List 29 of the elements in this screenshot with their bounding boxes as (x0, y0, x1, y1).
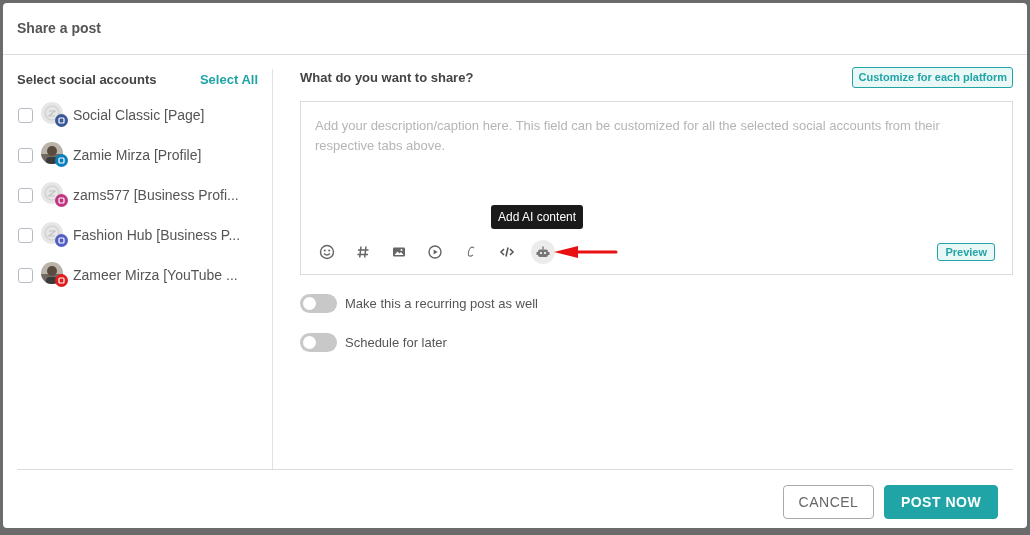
play-icon[interactable] (427, 244, 443, 260)
post-now-button[interactable]: POST NOW (884, 485, 998, 519)
select-all-link[interactable]: Select All (199, 70, 258, 90)
account-checkbox[interactable] (18, 187, 33, 203)
account-name: Fashion Hub [Business P... (73, 225, 241, 245)
account-name: Zamie Mirza [Profile] (73, 145, 202, 165)
preview-button[interactable]: Preview (937, 243, 995, 261)
customize-button[interactable]: Customize for each platform (852, 67, 1013, 88)
toggle-switch[interactable] (300, 332, 337, 352)
account-name: Zameer Mirza [YouTube ... (73, 265, 238, 285)
account-checkbox[interactable] (18, 147, 33, 163)
account-name: zams577 [Business Profi... (73, 185, 239, 205)
toggle-label: Make this a recurring post as well (345, 295, 538, 313)
account-checkbox[interactable] (18, 267, 33, 283)
emoji-icon[interactable] (319, 244, 335, 260)
panel-heading: Select social accounts (17, 71, 157, 90)
hashtag-icon[interactable] (355, 244, 371, 260)
compose-heading: What do you want to share? (300, 69, 474, 87)
code-icon[interactable] (499, 244, 515, 260)
toggle-label: Schedule for later (345, 333, 447, 352)
account-checkbox[interactable] (18, 107, 33, 123)
tooltip: Add AI content (491, 205, 584, 229)
dialog-title: Share a post (17, 19, 102, 38)
toggle-switch[interactable] (300, 294, 337, 314)
annotation-arrow (554, 246, 618, 258)
cancel-button[interactable]: CANCEL (783, 485, 874, 519)
account-checkbox[interactable] (18, 227, 33, 243)
caption-editor[interactable]: Add your description/caption here. This field can be customized for all the selected social accounts from their respective tabs above. Add AI content Preview (300, 101, 1013, 275)
account-name: Social Classic [Page] (73, 105, 205, 125)
